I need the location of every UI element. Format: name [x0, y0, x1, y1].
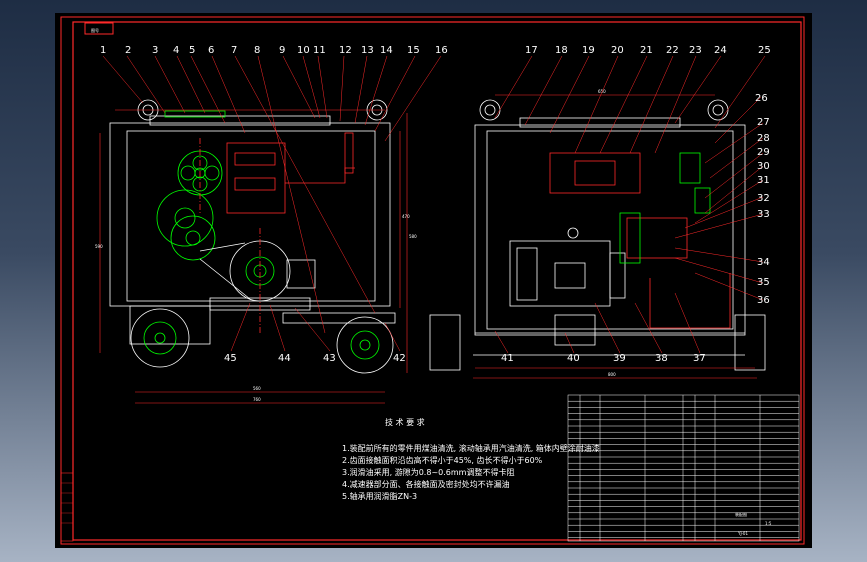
balloon-10: 10	[297, 45, 310, 56]
balloon-22: 22	[666, 45, 679, 56]
note-line: 4.减速器部分面、各接触面及密封处均不许漏油	[342, 479, 510, 489]
balloon-23: 23	[689, 45, 702, 56]
balloons-left-top: 1 2 3 4 5 6 7 8 9 10 11 12 13 14 15 16	[100, 45, 448, 56]
balloon-4: 4	[173, 45, 179, 56]
note-line: 1.装配前所有的零件用煤油清洗, 滚动轴承用汽油清洗, 箱体内壁涂耐油漆	[342, 443, 600, 453]
balloon-2: 2	[125, 45, 131, 56]
balloon-27: 27	[757, 117, 770, 128]
balloons-right-side: 26 27 28 29 30 31 32 33 34 35 36	[755, 93, 770, 306]
balloon-8: 8	[254, 45, 260, 56]
balloon-41: 41	[501, 353, 514, 364]
balloon-24: 24	[714, 45, 727, 56]
balloon-5: 5	[189, 45, 195, 56]
balloon-44: 44	[278, 353, 291, 364]
balloon-16: 16	[435, 45, 448, 56]
sheet-tag-box	[84, 22, 114, 35]
right-leaders	[494, 55, 766, 354]
dim-left-height: 590	[95, 244, 103, 249]
parts-list	[567, 394, 800, 542]
dim-left-width: 560	[253, 386, 261, 391]
notes-title: 技 术 要 求	[385, 417, 425, 427]
balloon-37: 37	[693, 353, 706, 364]
dim-right-total: 800	[608, 372, 616, 377]
title-block-name: 装配图	[735, 511, 747, 517]
balloon-9: 9	[279, 45, 285, 56]
balloon-34: 34	[757, 257, 770, 268]
balloon-18: 18	[555, 45, 568, 56]
right-dimensions	[473, 94, 757, 379]
balloon-31: 31	[757, 175, 770, 186]
title-block-number: YJ-01	[737, 531, 748, 536]
balloon-38: 38	[655, 353, 668, 364]
balloon-1: 1	[100, 45, 106, 56]
note-line: 5.轴承用润滑脂ZN-3	[342, 491, 417, 501]
balloon-32: 32	[757, 193, 770, 204]
right-view	[429, 99, 766, 371]
left-dimensions	[99, 109, 408, 404]
dim-height-a: 470	[402, 214, 410, 219]
balloon-17: 17	[525, 45, 538, 56]
balloons-right-top: 17 18 19 20 21 22 23 24 25	[525, 45, 771, 56]
balloon-6: 6	[208, 45, 214, 56]
balloon-14: 14	[380, 45, 393, 56]
note-line: 3.润滑油采用, 游隙为0.8~0.6mm调整不得卡阻	[342, 467, 514, 477]
balloon-36: 36	[757, 295, 770, 306]
assembly-drawing: 图号 560 760 590 470 580 650 800 1 2 3 4 5…	[60, 16, 805, 545]
balloon-3: 3	[152, 45, 158, 56]
balloon-40: 40	[567, 353, 580, 364]
balloon-20: 20	[611, 45, 624, 56]
balloon-7: 7	[231, 45, 237, 56]
balloon-13: 13	[361, 45, 374, 56]
balloon-29: 29	[757, 147, 770, 158]
note-line: 2.齿面接触面积沿齿高不得小于45%, 齿长不得小于60%	[342, 455, 543, 465]
balloons-left-bottom: 45 44 43 42	[224, 353, 406, 364]
balloon-21: 21	[640, 45, 653, 56]
viewer-background: 图号 560 760 590 470 580 650 800 1 2 3 4 5…	[0, 0, 867, 562]
balloon-43: 43	[323, 353, 336, 364]
balloon-26: 26	[755, 93, 768, 104]
balloon-45: 45	[224, 353, 237, 364]
balloon-35: 35	[757, 277, 770, 288]
dim-height-b: 580	[409, 234, 417, 239]
balloon-12: 12	[339, 45, 352, 56]
dim-left-total: 760	[253, 397, 261, 402]
balloon-25: 25	[758, 45, 771, 56]
left-view	[109, 99, 396, 374]
sheet-tag: 图号	[91, 27, 99, 33]
balloon-28: 28	[757, 133, 770, 144]
title-block-scale: 1:5	[765, 521, 772, 526]
drawing-canvas[interactable]: 图号 560 760 590 470 580 650 800 1 2 3 4 5…	[55, 13, 812, 548]
balloon-39: 39	[613, 353, 626, 364]
balloon-30: 30	[757, 161, 770, 172]
balloon-15: 15	[407, 45, 420, 56]
balloon-33: 33	[757, 209, 770, 220]
technical-notes: 1.装配前所有的零件用煤油清洗, 滚动轴承用汽油清洗, 箱体内壁涂耐油漆 2.齿面…	[342, 443, 600, 501]
balloon-11: 11	[313, 45, 326, 56]
balloon-19: 19	[582, 45, 595, 56]
margin-stamp	[60, 472, 74, 542]
balloon-42: 42	[393, 353, 406, 364]
